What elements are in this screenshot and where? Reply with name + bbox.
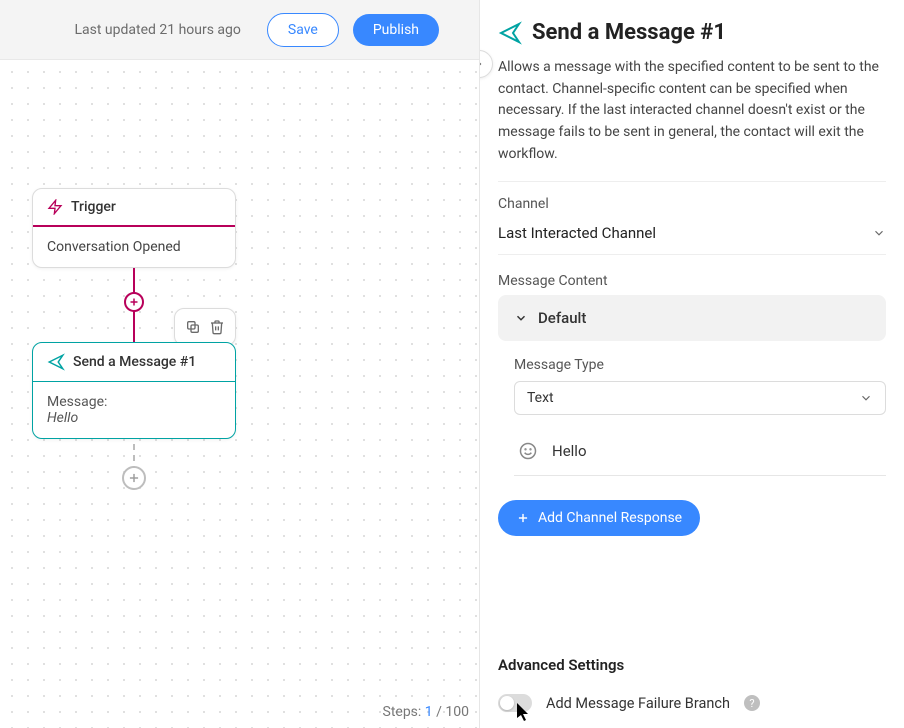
emoji-icon[interactable] bbox=[518, 441, 538, 461]
node-toolbar bbox=[174, 308, 236, 346]
steps-counter: Steps: 1 / 100 bbox=[383, 704, 470, 720]
chevron-down-icon bbox=[859, 391, 873, 405]
plus-icon bbox=[516, 511, 530, 525]
message-type-value: Text bbox=[527, 390, 554, 406]
send-node-title: Send a Message #1 bbox=[73, 354, 196, 370]
trigger-node-header: Trigger bbox=[33, 189, 235, 227]
collapse-panel-button[interactable] bbox=[479, 50, 493, 78]
channel-label: Channel bbox=[498, 196, 886, 212]
node-message-value: Hello bbox=[47, 410, 221, 426]
add-step-end-button[interactable] bbox=[122, 466, 146, 490]
add-channel-label: Add Channel Response bbox=[538, 510, 682, 526]
message-content-label: Message Content bbox=[498, 273, 886, 289]
failure-branch-label: Add Message Failure Branch bbox=[546, 695, 730, 712]
top-bar: Last updated 21 hours ago Save Publish bbox=[0, 0, 479, 60]
delete-button[interactable] bbox=[205, 315, 229, 339]
add-step-button[interactable] bbox=[124, 292, 144, 312]
workflow-canvas[interactable]: Trigger Conversation Opened Send a Messa… bbox=[0, 60, 479, 728]
trigger-body: Conversation Opened bbox=[33, 227, 235, 267]
divider bbox=[498, 181, 886, 182]
send-icon bbox=[498, 21, 522, 45]
send-message-node[interactable]: Send a Message #1 Message: Hello bbox=[32, 342, 236, 439]
accordion-label: Default bbox=[538, 309, 586, 327]
default-accordion[interactable]: Default bbox=[498, 295, 886, 341]
trigger-title: Trigger bbox=[71, 199, 116, 215]
duplicate-button[interactable] bbox=[181, 315, 205, 339]
panel-title: Send a Message #1 bbox=[532, 20, 726, 45]
help-icon[interactable]: ? bbox=[744, 695, 760, 711]
chevron-down-icon bbox=[514, 311, 528, 325]
last-updated-text: Last updated 21 hours ago bbox=[74, 22, 240, 38]
advanced-settings-title: Advanced Settings bbox=[498, 656, 886, 674]
failure-branch-toggle[interactable] bbox=[498, 694, 532, 712]
save-button[interactable]: Save bbox=[267, 13, 339, 47]
failure-branch-row: Add Message Failure Branch ? bbox=[498, 694, 886, 712]
side-panel: Send a Message #1 Allows a message with … bbox=[479, 0, 904, 728]
channel-select[interactable]: Last Interacted Channel bbox=[498, 218, 886, 255]
panel-description: Allows a message with the specified cont… bbox=[498, 57, 886, 165]
message-type-select[interactable]: Text bbox=[514, 381, 886, 415]
chevron-down-icon bbox=[872, 226, 886, 240]
panel-title-row: Send a Message #1 bbox=[498, 20, 886, 45]
message-text-value: Hello bbox=[552, 442, 587, 460]
send-icon bbox=[47, 353, 65, 371]
send-node-header: Send a Message #1 bbox=[33, 343, 235, 382]
message-type-label: Message Type bbox=[514, 357, 886, 373]
add-channel-response-button[interactable]: Add Channel Response bbox=[498, 500, 700, 536]
message-input[interactable]: Hello bbox=[514, 431, 886, 476]
node-message-label: Message: bbox=[47, 394, 221, 410]
publish-button[interactable]: Publish bbox=[353, 14, 439, 46]
channel-value: Last Interacted Channel bbox=[498, 224, 656, 242]
bolt-icon bbox=[47, 199, 63, 215]
trigger-node[interactable]: Trigger Conversation Opened bbox=[32, 188, 236, 268]
send-node-body: Message: Hello bbox=[33, 382, 235, 438]
